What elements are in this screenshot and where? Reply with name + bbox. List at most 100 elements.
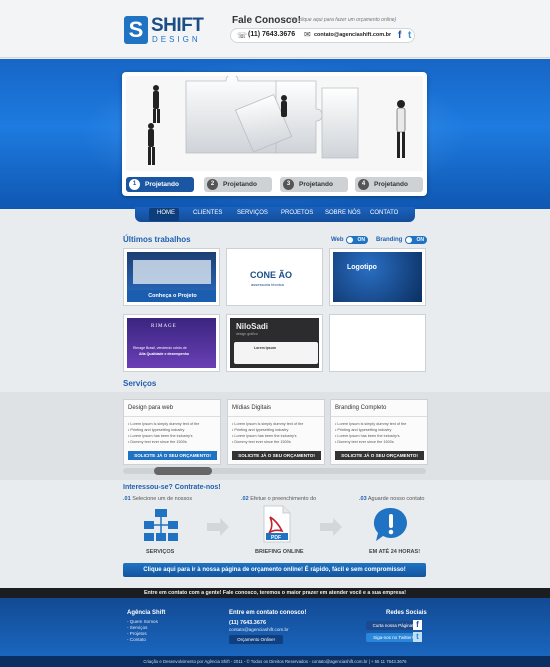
step-number: .02 [241,496,249,502]
toggle-web[interactable]: ON [346,236,368,244]
card-divider [228,416,324,417]
tab-number: 3 [283,179,294,190]
twitter-follow-button[interactable]: Siga-nos no Twitter! [366,633,420,642]
quote-button[interactable]: SOLICITE JÁ O SEU ORÇAMENTO! [128,451,217,460]
work-thumb-6[interactable] [329,314,426,372]
twitter-icon[interactable]: t [413,632,422,642]
card-list: • Lorem Ipsum is simply dummy text of th… [128,421,199,445]
work-thumb-3[interactable]: Logotipo [329,248,426,306]
lorem-title: Lorem Ipsum [254,346,276,350]
card-list: • Lorem Ipsum is simply dummy text of th… [232,421,303,445]
slide-image [126,76,423,171]
arrow-right-icon [207,518,229,536]
card-list: • Lorem Ipsum is simply dummy text of th… [335,421,406,445]
logo-title: SHIFT [151,15,204,36]
facebook-icon[interactable]: f [398,30,406,41]
services-title: Serviços [123,379,157,388]
sitemap-icon [144,509,178,541]
nav-clientes[interactable]: CLIENTES [193,210,222,216]
step-number: .01 [123,496,131,502]
card-divider [124,416,220,417]
facebook-icon[interactable]: f [413,620,422,630]
work-thumb-2[interactable]: CONE ÃO assessoria técnica [226,248,323,306]
footer-quote-button[interactable]: Orçamento Online! [229,635,283,644]
list-item: • Dummy text ever since the 1500s [128,440,187,444]
footer-banner: Entre em contato com a gente! Fale conos… [0,588,550,598]
footer-col1-title: Agência Shift [127,610,166,616]
footer-copyright: Criação e Desenvolvimento por Agência Sh… [0,656,550,667]
nav-home[interactable]: HOME [157,210,175,216]
work-thumb-5[interactable]: NiloSadi design gráfico Lorem Ipsum [226,314,323,372]
card-preview: Lorem Ipsum [234,342,318,364]
arrow-right-icon [320,518,342,536]
tab-label: Projetando [145,181,179,188]
contact-subtitle-link[interactable]: (ou clique aqui para fazer um orçamento … [290,17,396,23]
process-title: Interessou-se? Contrate-nos! [123,484,221,491]
header-phone: (11) 7643.3676 [248,31,296,38]
logo-mark: S [124,16,148,44]
step-text: Selecione um de nossos [132,496,193,502]
project-caption: Conheça o Projeto [127,290,216,302]
nav-sobre[interactable]: SOBRE NÓS [325,210,361,216]
nilo-sub: design gráfico [236,332,258,336]
works-title: Últimos trabalhos [123,235,191,244]
site-preview [133,260,211,284]
step-text: Aguarde nosso contato [367,496,425,502]
card-title: Branding Completo [335,405,387,411]
nav-projetos[interactable]: PROJETOS [281,210,313,216]
header-email[interactable]: contato@agenciashift.com.br [314,32,391,38]
tab-number: 1 [129,179,140,190]
footer-email[interactable]: contato@agenciashift.com.br [229,627,289,633]
tab-number: 4 [358,179,369,190]
toggle-branding-label: Branding [376,237,403,243]
logo[interactable]: S SHIFT DESIGN [124,15,204,46]
footer-col2-title: Entre em contato conosco! [229,610,307,616]
step-1-label: .01 Selecione um de nossos [123,496,192,502]
phone-icon: ☏ [237,31,248,40]
service-card-midias: Mídias Digitais • Lorem Ipsum is simply … [227,399,325,465]
puzzle-illustration [148,76,406,165]
step-2-caption: BRIEFING ONLINE [255,549,304,555]
nav-servicos[interactable]: SERVIÇOS [237,210,268,216]
quote-button[interactable]: SOLICITE JÁ O SEU ORÇAMENTO! [335,451,424,460]
tab-label: Projetando [374,181,408,188]
toggle-branding[interactable]: ON [405,236,427,244]
card-divider [331,416,427,417]
cta-quote-button[interactable]: Clique aqui para ir à nossa página de or… [123,563,426,577]
list-item: • Dummy text ever since the 1500s [232,440,291,444]
footer-link-contato[interactable]: - Contato [127,637,158,643]
step-3-caption: EM ATÉ 24 HORAS! [369,549,421,555]
conexao-logo: CONE ÃO [250,270,293,280]
footer-links: - Quem Somos - Serviços - Projetos - Con… [127,619,158,643]
twitter-icon[interactable]: t [408,30,416,41]
scrollbar-thumb[interactable] [154,467,212,475]
step-2-label: .02 Efetue o preenchimento do [241,496,316,502]
mail-icon: ✉ [304,30,311,39]
pdf-label: PDF [271,535,281,541]
conexao-sub: assessoria técnica [251,282,284,287]
step-1-caption: SERVIÇOS [146,549,175,555]
nav-contato[interactable]: CONTATO [370,210,398,216]
facebook-page-button[interactable]: Curta nossa Página! [366,621,420,630]
work-thumb-1[interactable]: Conheça o Projeto [123,248,220,306]
card-title: Design para web [128,405,174,411]
quote-button[interactable]: SOLICITE JÁ O SEU ORÇAMENTO! [232,451,321,460]
work-thumb-4[interactable]: RIMAGE Rimage Brasil, vendendo robôs de … [123,314,220,372]
rimage-logo: RIMAGE [151,324,177,329]
tab-label: Projetando [299,181,333,188]
slider-tab-2[interactable]: 2 Projetando [204,177,272,192]
footer-phone: (11) 7643.3676 [229,620,267,626]
service-card-branding: Branding Completo • Lorem Ipsum is simpl… [330,399,428,465]
footer-col3-title: Redes Sociais [386,610,427,616]
rimage-text: Rimage Brasil, vendendo robôs de [133,346,187,350]
step-3-label: .03 Aguarde nosso contato [359,496,424,502]
exclamation-bubble-icon [373,507,407,541]
slider-tab-1[interactable]: 1 Projetando [126,177,194,192]
list-item: • Dummy text ever since the 1500s [335,440,394,444]
step-number: .03 [359,496,367,502]
rimage-text-2: Alta Qualidade e desempenho [139,352,189,356]
logo-subtitle: DESIGN [152,35,201,44]
slider-tab-3[interactable]: 3 Projetando [280,177,348,192]
hero-slider: 1 Projetando 2 Projetando 3 Projetando 4… [122,72,427,196]
slider-tab-4[interactable]: 4 Projetando [355,177,423,192]
